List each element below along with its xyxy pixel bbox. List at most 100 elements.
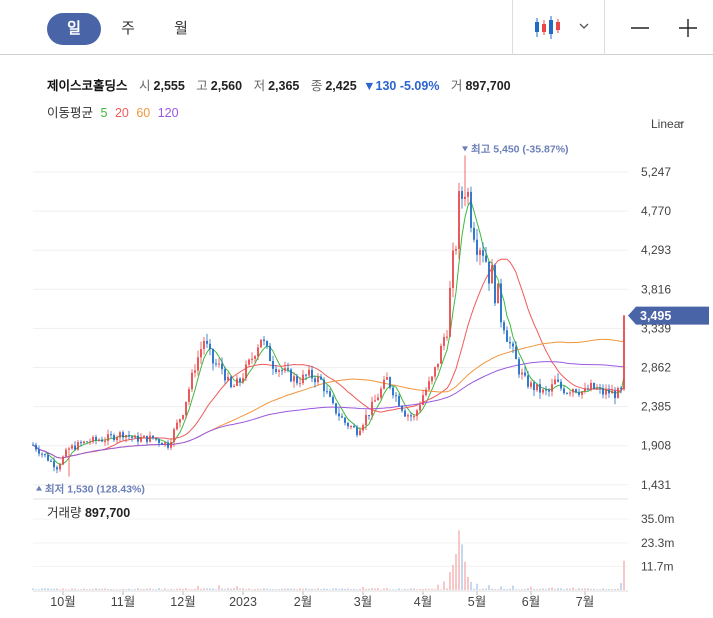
- candle-body: [548, 390, 550, 392]
- volume-bar: [293, 588, 295, 590]
- candle-body: [335, 403, 337, 414]
- candle-body: [422, 395, 424, 405]
- volume-bar: [227, 588, 229, 590]
- volume-bar: [182, 588, 184, 590]
- volume-bar: [503, 588, 505, 590]
- candle-body: [398, 396, 400, 406]
- volume-bar: [209, 588, 211, 590]
- volume-bar: [152, 589, 154, 590]
- volume-bar: [50, 588, 52, 590]
- volume-bar: [587, 588, 589, 590]
- volume-bar: [419, 589, 421, 590]
- min-price-label: 최저 1,530 (128.43%): [45, 483, 145, 496]
- volume-bar: [539, 588, 541, 590]
- volume-bar: [362, 586, 364, 590]
- volume-bar: [272, 589, 274, 590]
- max-price-label: 최고 5,450 (-35.87%): [471, 142, 569, 155]
- candle-body: [455, 249, 457, 251]
- volume-bar: [221, 588, 223, 590]
- candle-body: [269, 345, 271, 362]
- volume-bar: [602, 588, 604, 590]
- volume-bar: [140, 588, 142, 590]
- candle-body: [230, 376, 232, 388]
- volume-bar: [323, 588, 325, 590]
- candle-body: [482, 250, 484, 256]
- candle-body: [323, 379, 325, 392]
- volume-bar: [137, 588, 139, 590]
- volume-bar: [266, 588, 268, 590]
- candle-body: [440, 345, 442, 364]
- volume-bar: [317, 588, 319, 590]
- volume-bar: [32, 588, 34, 590]
- candle-body: [182, 415, 184, 420]
- candle-body: [107, 434, 109, 441]
- candle-body: [194, 370, 196, 373]
- candle-body: [128, 435, 130, 437]
- volume-bar: [569, 588, 571, 590]
- volume-bar: [614, 589, 616, 590]
- volume-bar: [131, 589, 133, 590]
- candle-body: [236, 378, 238, 386]
- y-tick-label: 3,816: [641, 282, 671, 296]
- y-tick-label: 4,293: [641, 243, 671, 257]
- volume-bar: [86, 589, 88, 590]
- candle-body: [365, 415, 367, 426]
- volume-bar: [434, 589, 436, 590]
- candle-body: [347, 422, 349, 427]
- volume-bar: [497, 589, 499, 590]
- volume-bar: [368, 588, 370, 590]
- candle-body: [599, 388, 601, 390]
- candle-body: [164, 442, 166, 446]
- volume-bar: [521, 589, 523, 590]
- volume-bar: [347, 588, 349, 590]
- max-marker-icon: [462, 146, 468, 152]
- candle-body: [446, 336, 448, 338]
- y-tick-label: 4,770: [641, 204, 671, 218]
- candle-body: [74, 445, 76, 450]
- candle-body: [605, 390, 607, 395]
- volume-bar: [116, 589, 118, 590]
- volume-bar: [215, 589, 217, 590]
- volume-bar: [509, 588, 511, 590]
- candle-body: [302, 374, 304, 384]
- volume-bar: [527, 588, 529, 590]
- candle-body: [242, 378, 244, 383]
- volume-bar: [365, 588, 367, 590]
- volume-bar: [71, 588, 73, 590]
- candle-body: [101, 440, 103, 442]
- candle-body: [506, 330, 508, 342]
- volume-bar: [134, 589, 136, 590]
- volume-bar: [245, 589, 247, 590]
- volume-bar: [275, 589, 277, 590]
- candle-body: [155, 438, 157, 440]
- volume-bar: [263, 588, 265, 590]
- volume-bar: [170, 588, 172, 590]
- candle-body: [293, 376, 295, 382]
- volume-bar: [290, 588, 292, 590]
- x-tick-label: 10월: [50, 595, 75, 609]
- volume-bar: [407, 589, 409, 590]
- candle-body: [410, 415, 412, 417]
- volume-bar: [422, 589, 424, 590]
- candle-body: [350, 426, 352, 428]
- volume-bar: [101, 588, 103, 590]
- volume-bar: [143, 588, 145, 590]
- candle-body: [401, 405, 403, 411]
- volume-bar: [500, 586, 502, 590]
- volume-bar: [329, 589, 331, 590]
- candle-body: [569, 392, 571, 394]
- candle-body: [383, 379, 385, 389]
- candle-body: [275, 368, 277, 372]
- price-chart[interactable]: 5,2474,7704,2933,8163,3392,8622,3851,908…: [0, 0, 713, 618]
- candle-body: [461, 191, 463, 199]
- candle-body: [458, 191, 460, 250]
- volume-bar: [125, 589, 127, 590]
- candle-body: [434, 367, 436, 377]
- volume-bar: [107, 588, 109, 590]
- volume-bar: [437, 584, 439, 590]
- candle-body: [536, 384, 538, 391]
- x-tick-label: 11월: [111, 595, 135, 609]
- candle-body: [437, 363, 439, 368]
- candle-body: [203, 340, 205, 350]
- volume-bar: [464, 561, 466, 590]
